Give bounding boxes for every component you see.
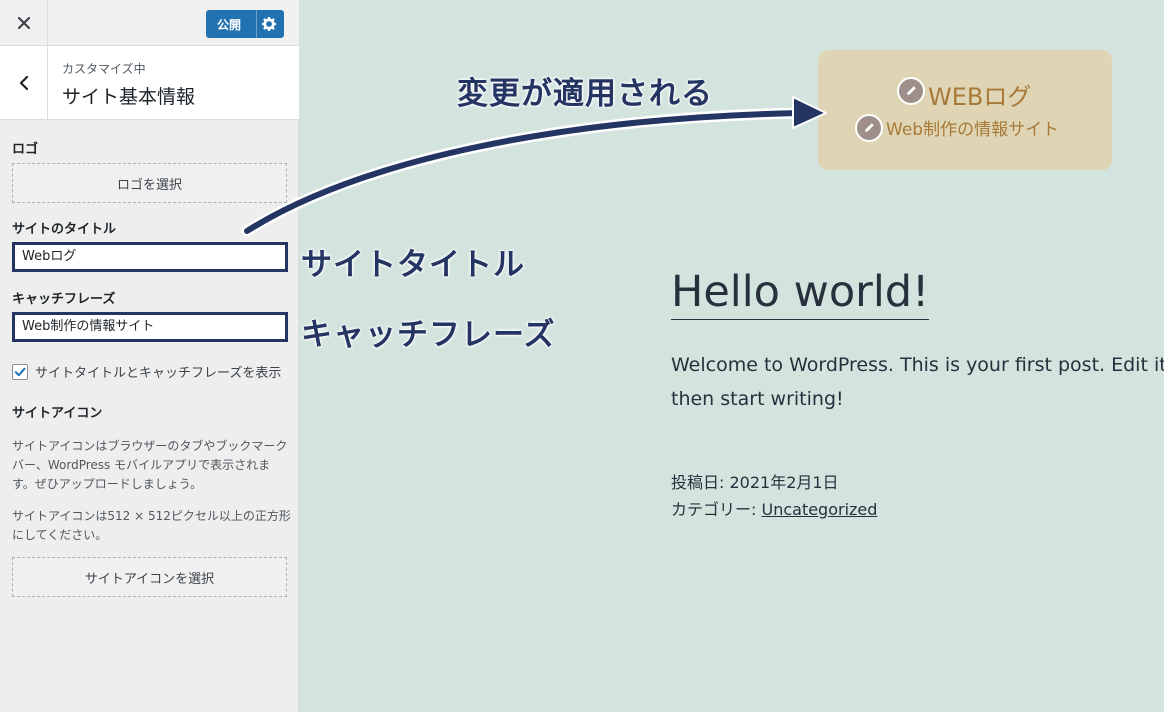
close-icon [17,16,30,30]
publish-divider [256,10,257,38]
preview-site-title[interactable]: WEBログ [928,77,1031,112]
section-title: サイト基本情報 [62,86,196,108]
customizer-topbar: 公開 [0,0,299,46]
select-logo-button[interactable]: ロゴを選択 [12,163,287,203]
site-icon-label: サイトアイコン [12,406,103,421]
site-icon-description: サイトアイコンはブラウザーのタブやブックマークバー、WordPress モバイル… [12,439,288,491]
publish-label: 公開 [217,18,242,32]
post-date: 投稿日: 2021年2月1日 [671,473,839,492]
post-category: カテゴリー: Uncategorized [671,496,877,520]
tagline-label: キャッチフレーズ [12,292,116,307]
annotation-applied: 変更が適用される [457,76,713,112]
pencil-icon [907,86,916,95]
edit-tagline-shortcut[interactable] [855,114,883,142]
site-title-label: サイトのタイトル [12,222,117,237]
close-button[interactable] [0,0,48,46]
section-header: カスタマイズ中 サイト基本情報 [0,46,299,120]
back-button[interactable] [0,46,48,119]
display-title-tagline-checkbox[interactable] [12,363,28,380]
tagline-input[interactable]: Web制作の情報サイト [12,312,288,342]
select-site-icon-button[interactable]: サイトアイコンを選択 [12,557,287,597]
edit-title-shortcut[interactable] [897,77,925,105]
site-icon-size-note: サイトアイコンは512 × 512ピクセル以上の正方形にしてください。 [12,509,291,542]
preview-tagline: Web制作の情報サイト [886,120,1060,140]
chevron-left-icon [19,75,28,90]
display-title-tagline-row: サイトタイトルとキャッチフレーズを表示 [12,362,281,381]
publish-button[interactable]: 公開 [206,10,284,38]
breadcrumb: カスタマイズ中 [62,62,146,76]
site-title-input[interactable]: Webログ [12,242,288,272]
post-title-link[interactable]: Hello world! [671,265,930,320]
category-label: カテゴリー: [671,500,762,519]
annotation-tagline: キャッチフレーズ [301,317,556,353]
checkmark-icon [14,367,26,376]
logo-label: ロゴ [12,142,39,157]
category-link[interactable]: Uncategorized [761,500,877,519]
annotation-site-title: サイトタイトル [301,247,525,283]
display-title-tagline-label: サイトタイトルとキャッチフレーズを表示 [35,366,282,381]
gear-icon[interactable] [262,17,276,31]
pencil-icon [865,123,874,132]
post-body: Welcome to WordPress. This is your first… [671,354,1164,410]
customizer-sidebar: 公開 カスタマイズ中 サイト基本情報 ロゴ ロゴを選択 サイトのタイトル Web… [0,0,299,712]
